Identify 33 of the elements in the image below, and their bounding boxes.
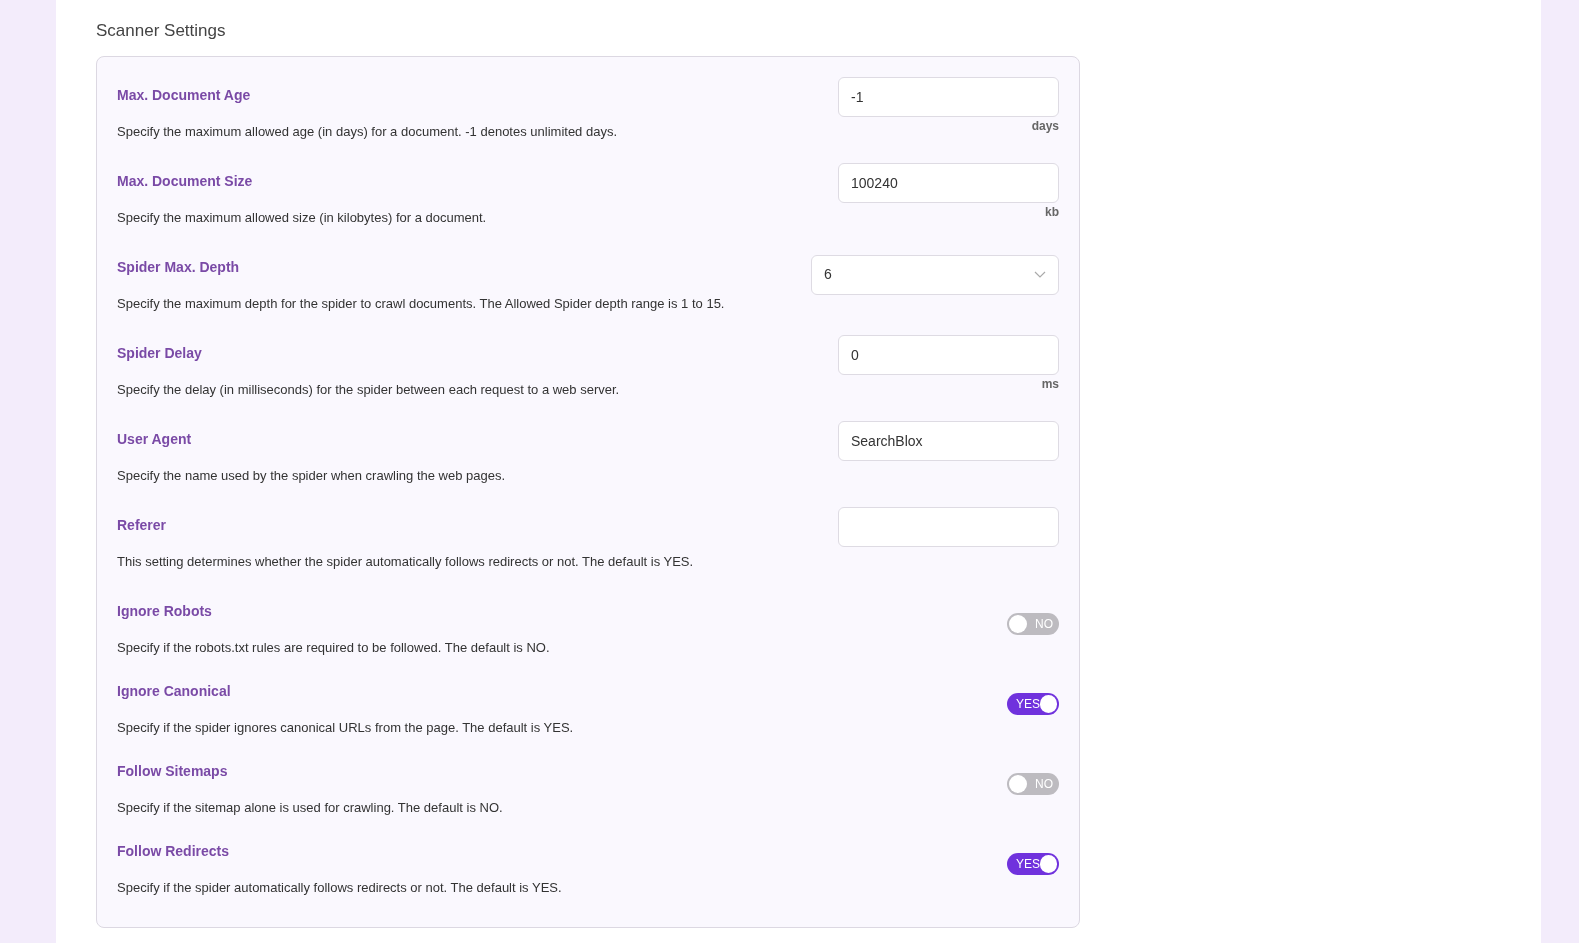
setting-description: Specify if the sitemap alone is used for crawling. The default is NO.: [117, 798, 503, 817]
setting-label: Follow Sitemaps: [117, 761, 229, 781]
setting-label: Referer: [117, 515, 168, 535]
unit-label: kb: [1045, 203, 1059, 221]
setting-label: Ignore Canonical: [117, 681, 232, 701]
setting-label: Ignore Robots: [117, 601, 213, 621]
setting-label: Follow Redirects: [117, 841, 231, 861]
text-field[interactable]: SearchBlox: [838, 420, 1059, 461]
toggle-switch[interactable]: YES: [1007, 692, 1059, 715]
setting-description: Specify the maximum depth for the spider to crawl documents. The Allowed Spider depth range is 1 to 15.: [117, 294, 725, 313]
setting-label: Spider Delay: [117, 343, 203, 363]
setting-label: Spider Max. Depth: [117, 257, 241, 277]
chevron-down-icon: [1034, 270, 1046, 279]
setting-description: Specify if the spider ignores canonical URLs from the page. The default is YES.: [117, 718, 574, 737]
text-field[interactable]: -1: [838, 76, 1059, 117]
section-title: Scanner Settings: [96, 20, 227, 42]
text-field[interactable]: 0: [838, 334, 1059, 375]
setting-description: Specify if the spider automatically follows redirects or not. The default is YES.: [117, 878, 562, 897]
setting-description: Specify the name used by the spider when crawling the web pages.: [117, 466, 506, 485]
setting-description: Specify the maximum allowed size (in kilobytes) for a document.: [117, 208, 487, 227]
setting-description: Specify if the robots.txt rules are required to be followed. The default is NO.: [117, 638, 550, 657]
dropdown-field[interactable]: 6: [811, 254, 1059, 295]
setting-label: User Agent: [117, 429, 193, 449]
toggle-switch[interactable]: YES: [1007, 852, 1059, 875]
setting-description: Specify the maximum allowed age (in days) for a document. -1 denotes unlimited days.: [117, 122, 618, 141]
text-field[interactable]: 100240: [838, 162, 1059, 203]
unit-label: days: [1031, 117, 1059, 135]
text-field[interactable]: [838, 506, 1059, 547]
setting-description: Specify the delay (in milliseconds) for the spider between each request to a web server.: [117, 380, 620, 399]
setting-label: Max. Document Age: [117, 85, 252, 105]
setting-label: Max. Document Size: [117, 171, 254, 191]
unit-label: ms: [1041, 375, 1059, 393]
setting-description: This setting determines whether the spider automatically follows redirects or not. The default is YES.: [117, 552, 694, 571]
